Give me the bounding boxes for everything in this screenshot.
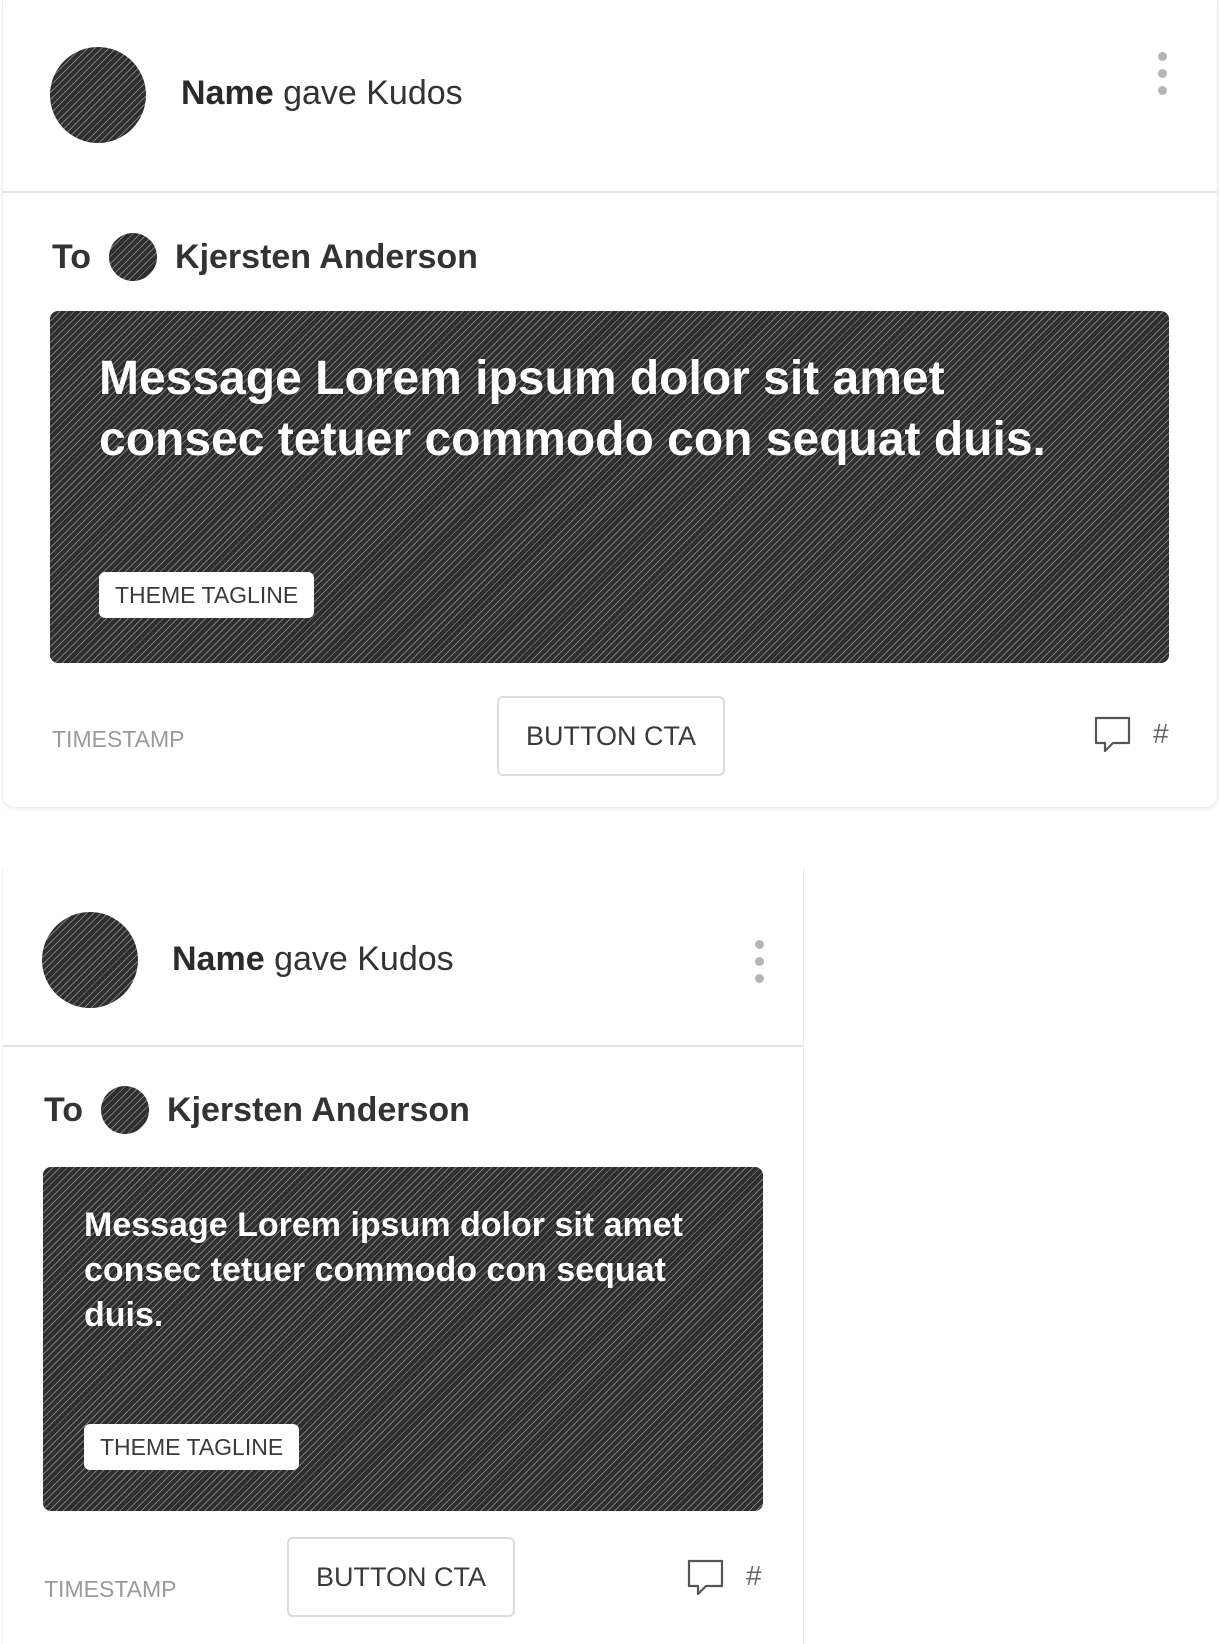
- recipient-name[interactable]: Kjersten Anderson: [167, 1091, 470, 1130]
- kudos-header-text: Name gave Kudos: [172, 940, 454, 979]
- kudos-card: Name gave Kudos To Kjersten Anderson Mes…: [2, 0, 1218, 808]
- kudos-card: Name gave Kudos To Kjersten Anderson Mes…: [2, 868, 804, 1644]
- comment-count[interactable]: #: [746, 1560, 762, 1592]
- giver-avatar[interactable]: [50, 47, 146, 143]
- timestamp: TIMESTAMP: [44, 1576, 177, 1602]
- recipient-avatar[interactable]: [109, 233, 158, 281]
- comment-count[interactable]: #: [1153, 718, 1169, 750]
- recipient-row: To Kjersten Anderson: [52, 232, 478, 282]
- more-options-icon[interactable]: [1152, 52, 1172, 103]
- theme-tagline: THEME TAGLINE: [84, 1424, 300, 1470]
- comment-icon[interactable]: [1093, 715, 1133, 755]
- giver-name[interactable]: Name: [181, 74, 274, 112]
- to-label: To: [44, 1090, 84, 1129]
- card-header: Name gave Kudos: [3, 0, 1217, 193]
- kudos-action: gave Kudos: [283, 74, 463, 112]
- recipient-row: To Kjersten Anderson: [44, 1085, 470, 1135]
- kudos-message: Message Lorem ipsum dolor sit amet conse…: [84, 1206, 683, 1334]
- giver-avatar[interactable]: [42, 912, 138, 1008]
- more-options-icon[interactable]: [749, 940, 769, 991]
- message-card: Message Lorem ipsum dolor sit amet conse…: [50, 311, 1169, 663]
- recipient-name[interactable]: Kjersten Anderson: [175, 238, 478, 277]
- kudos-header-text: Name gave Kudos: [181, 74, 463, 113]
- message-card: Message Lorem ipsum dolor sit amet conse…: [43, 1167, 763, 1511]
- kudos-action: gave Kudos: [274, 940, 454, 978]
- theme-tagline: THEME TAGLINE: [99, 572, 315, 618]
- cta-button[interactable]: BUTTON CTA: [287, 1537, 515, 1617]
- recipient-avatar[interactable]: [101, 1086, 150, 1134]
- comment-icon[interactable]: [686, 1558, 726, 1598]
- to-label: To: [52, 237, 92, 276]
- cta-button[interactable]: BUTTON CTA: [497, 696, 725, 776]
- kudos-message: Message Lorem ipsum dolor sit amet conse…: [99, 352, 1046, 466]
- timestamp: TIMESTAMP: [52, 726, 185, 752]
- card-header: Name gave Kudos: [3, 868, 803, 1047]
- giver-name[interactable]: Name: [172, 940, 265, 978]
